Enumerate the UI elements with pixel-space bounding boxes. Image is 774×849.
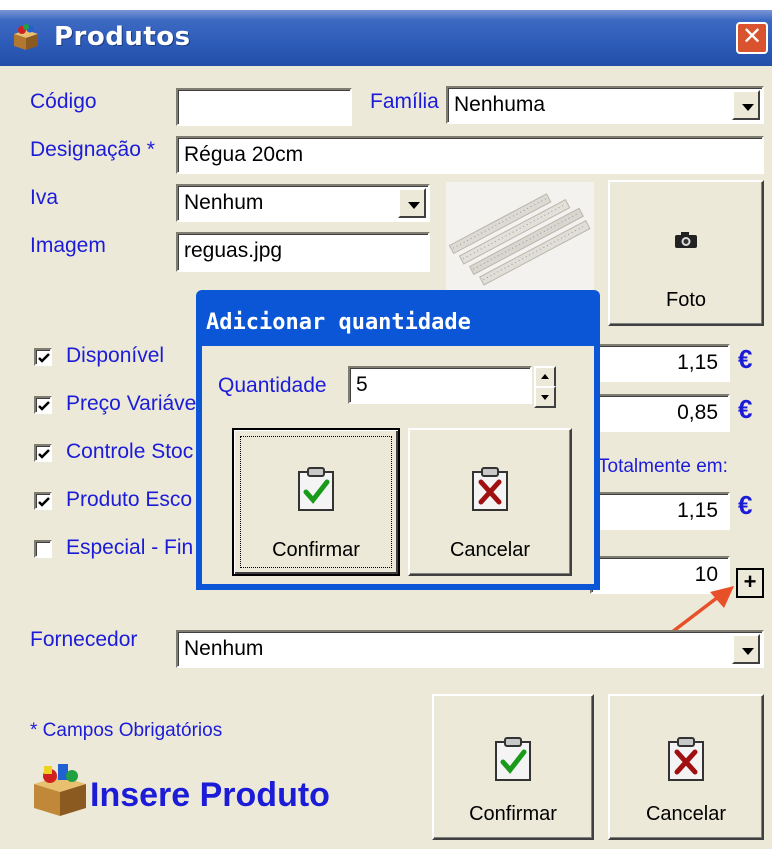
clipboard-cross-icon [668, 737, 704, 781]
spin-up-button[interactable] [534, 366, 556, 388]
chevron-down-icon[interactable] [732, 90, 760, 120]
fornecedor-label: Fornecedor [30, 628, 138, 651]
checkmark-icon [38, 401, 50, 411]
designacao-label: Designação * [30, 138, 155, 161]
produtos-window: Produtos ✕ Código Família Nenhuma Design… [0, 10, 772, 849]
checkbox-disponivel[interactable] [34, 348, 52, 366]
cancel-button-label: Cancelar [645, 803, 727, 825]
camera-icon [675, 232, 697, 248]
checkmark-icon [38, 449, 50, 459]
close-button[interactable]: ✕ [736, 22, 768, 54]
checkmark-icon [38, 353, 50, 363]
chevron-down-icon[interactable] [732, 634, 760, 664]
fornecedor-select[interactable]: Nenhum [176, 630, 764, 668]
clipboard-cross-icon [472, 467, 508, 511]
checkbox-label-especial: Especial - Fin [66, 536, 194, 559]
codigo-label: Código [30, 90, 97, 113]
designacao-input[interactable]: Régua 20cm [176, 136, 764, 174]
iva-label: Iva [30, 186, 59, 209]
quantidade-input[interactable]: 5 [348, 366, 532, 404]
required-note: * Campos Obrigatórios [30, 720, 223, 741]
spin-up-icon [541, 374, 549, 379]
clipboard-check-icon [298, 467, 334, 511]
brand-logo: Insere Produto [30, 762, 390, 822]
spin-down-button[interactable] [534, 386, 556, 408]
price-field-3[interactable]: 1,15 [590, 492, 730, 530]
totalmente-label: Totalmente em: [598, 456, 728, 477]
dialog-title: Adicionar quantidade [206, 310, 471, 335]
iva-value: Nenhum [184, 191, 264, 214]
familia-label: Família [370, 90, 439, 113]
euro-symbol-1: € [738, 344, 753, 374]
foto-button[interactable]: Foto [608, 180, 764, 326]
price-field-2[interactable]: 0,85 [590, 394, 730, 432]
checkbox-produto-escolhido[interactable] [34, 492, 52, 510]
title-bar[interactable]: Produtos ✕ [0, 10, 772, 66]
familia-select[interactable]: Nenhuma [446, 86, 764, 124]
imagem-label: Imagem [30, 234, 106, 257]
euro-symbol-2: € [738, 394, 753, 424]
clipboard-check-icon [495, 737, 531, 781]
foto-button-label: Foto [665, 289, 707, 311]
dialog-body: Quantidade 5 Confirmar Cancelar [202, 346, 594, 584]
dialog-cancel-label: Cancelar [449, 539, 531, 561]
dialog-confirm-button[interactable]: Confirmar [232, 428, 400, 576]
quantidade-label: Quantidade [218, 374, 327, 397]
add-quantity-dialog: Adicionar quantidade Quantidade 5 Confir… [196, 290, 600, 590]
euro-symbol-3: € [738, 490, 753, 520]
confirm-button[interactable]: Confirmar [432, 694, 594, 840]
spin-down-icon [541, 395, 549, 400]
checkbox-label-disponivel: Disponível [66, 344, 165, 367]
familia-value: Nenhuma [454, 93, 546, 116]
iva-select[interactable]: Nenhum [176, 184, 430, 222]
confirm-button-label: Confirmar [469, 803, 557, 825]
add-quantity-button[interactable]: + [736, 568, 764, 598]
price-field-1[interactable]: 1,15 [590, 344, 730, 382]
cancel-button[interactable]: Cancelar [608, 694, 764, 840]
rulers-image-icon [448, 193, 591, 286]
window-title: Produtos [54, 22, 191, 52]
checkmark-icon [38, 497, 50, 507]
product-box-icon [34, 764, 86, 816]
checkbox-controle-stock[interactable] [34, 444, 52, 462]
checkbox-especial[interactable] [34, 540, 52, 558]
checkbox-preco-variavel[interactable] [34, 396, 52, 414]
codigo-input[interactable] [176, 88, 352, 126]
fornecedor-value: Nenhum [184, 637, 264, 660]
dialog-cancel-button[interactable]: Cancelar [408, 428, 572, 576]
checkbox-label-produto-escolhido: Produto Esco [66, 488, 193, 511]
dialog-confirm-label: Confirmar [272, 539, 360, 561]
checkbox-label-controle-stock: Controle Stoc [66, 440, 194, 463]
checkbox-label-preco-variavel: Preço Variáve [66, 392, 197, 415]
brand-text: Insere Produto [90, 776, 330, 814]
imagem-input[interactable]: reguas.jpg [176, 232, 430, 272]
chevron-down-icon[interactable] [398, 188, 426, 218]
product-image [446, 182, 594, 302]
box-app-icon [14, 24, 38, 50]
